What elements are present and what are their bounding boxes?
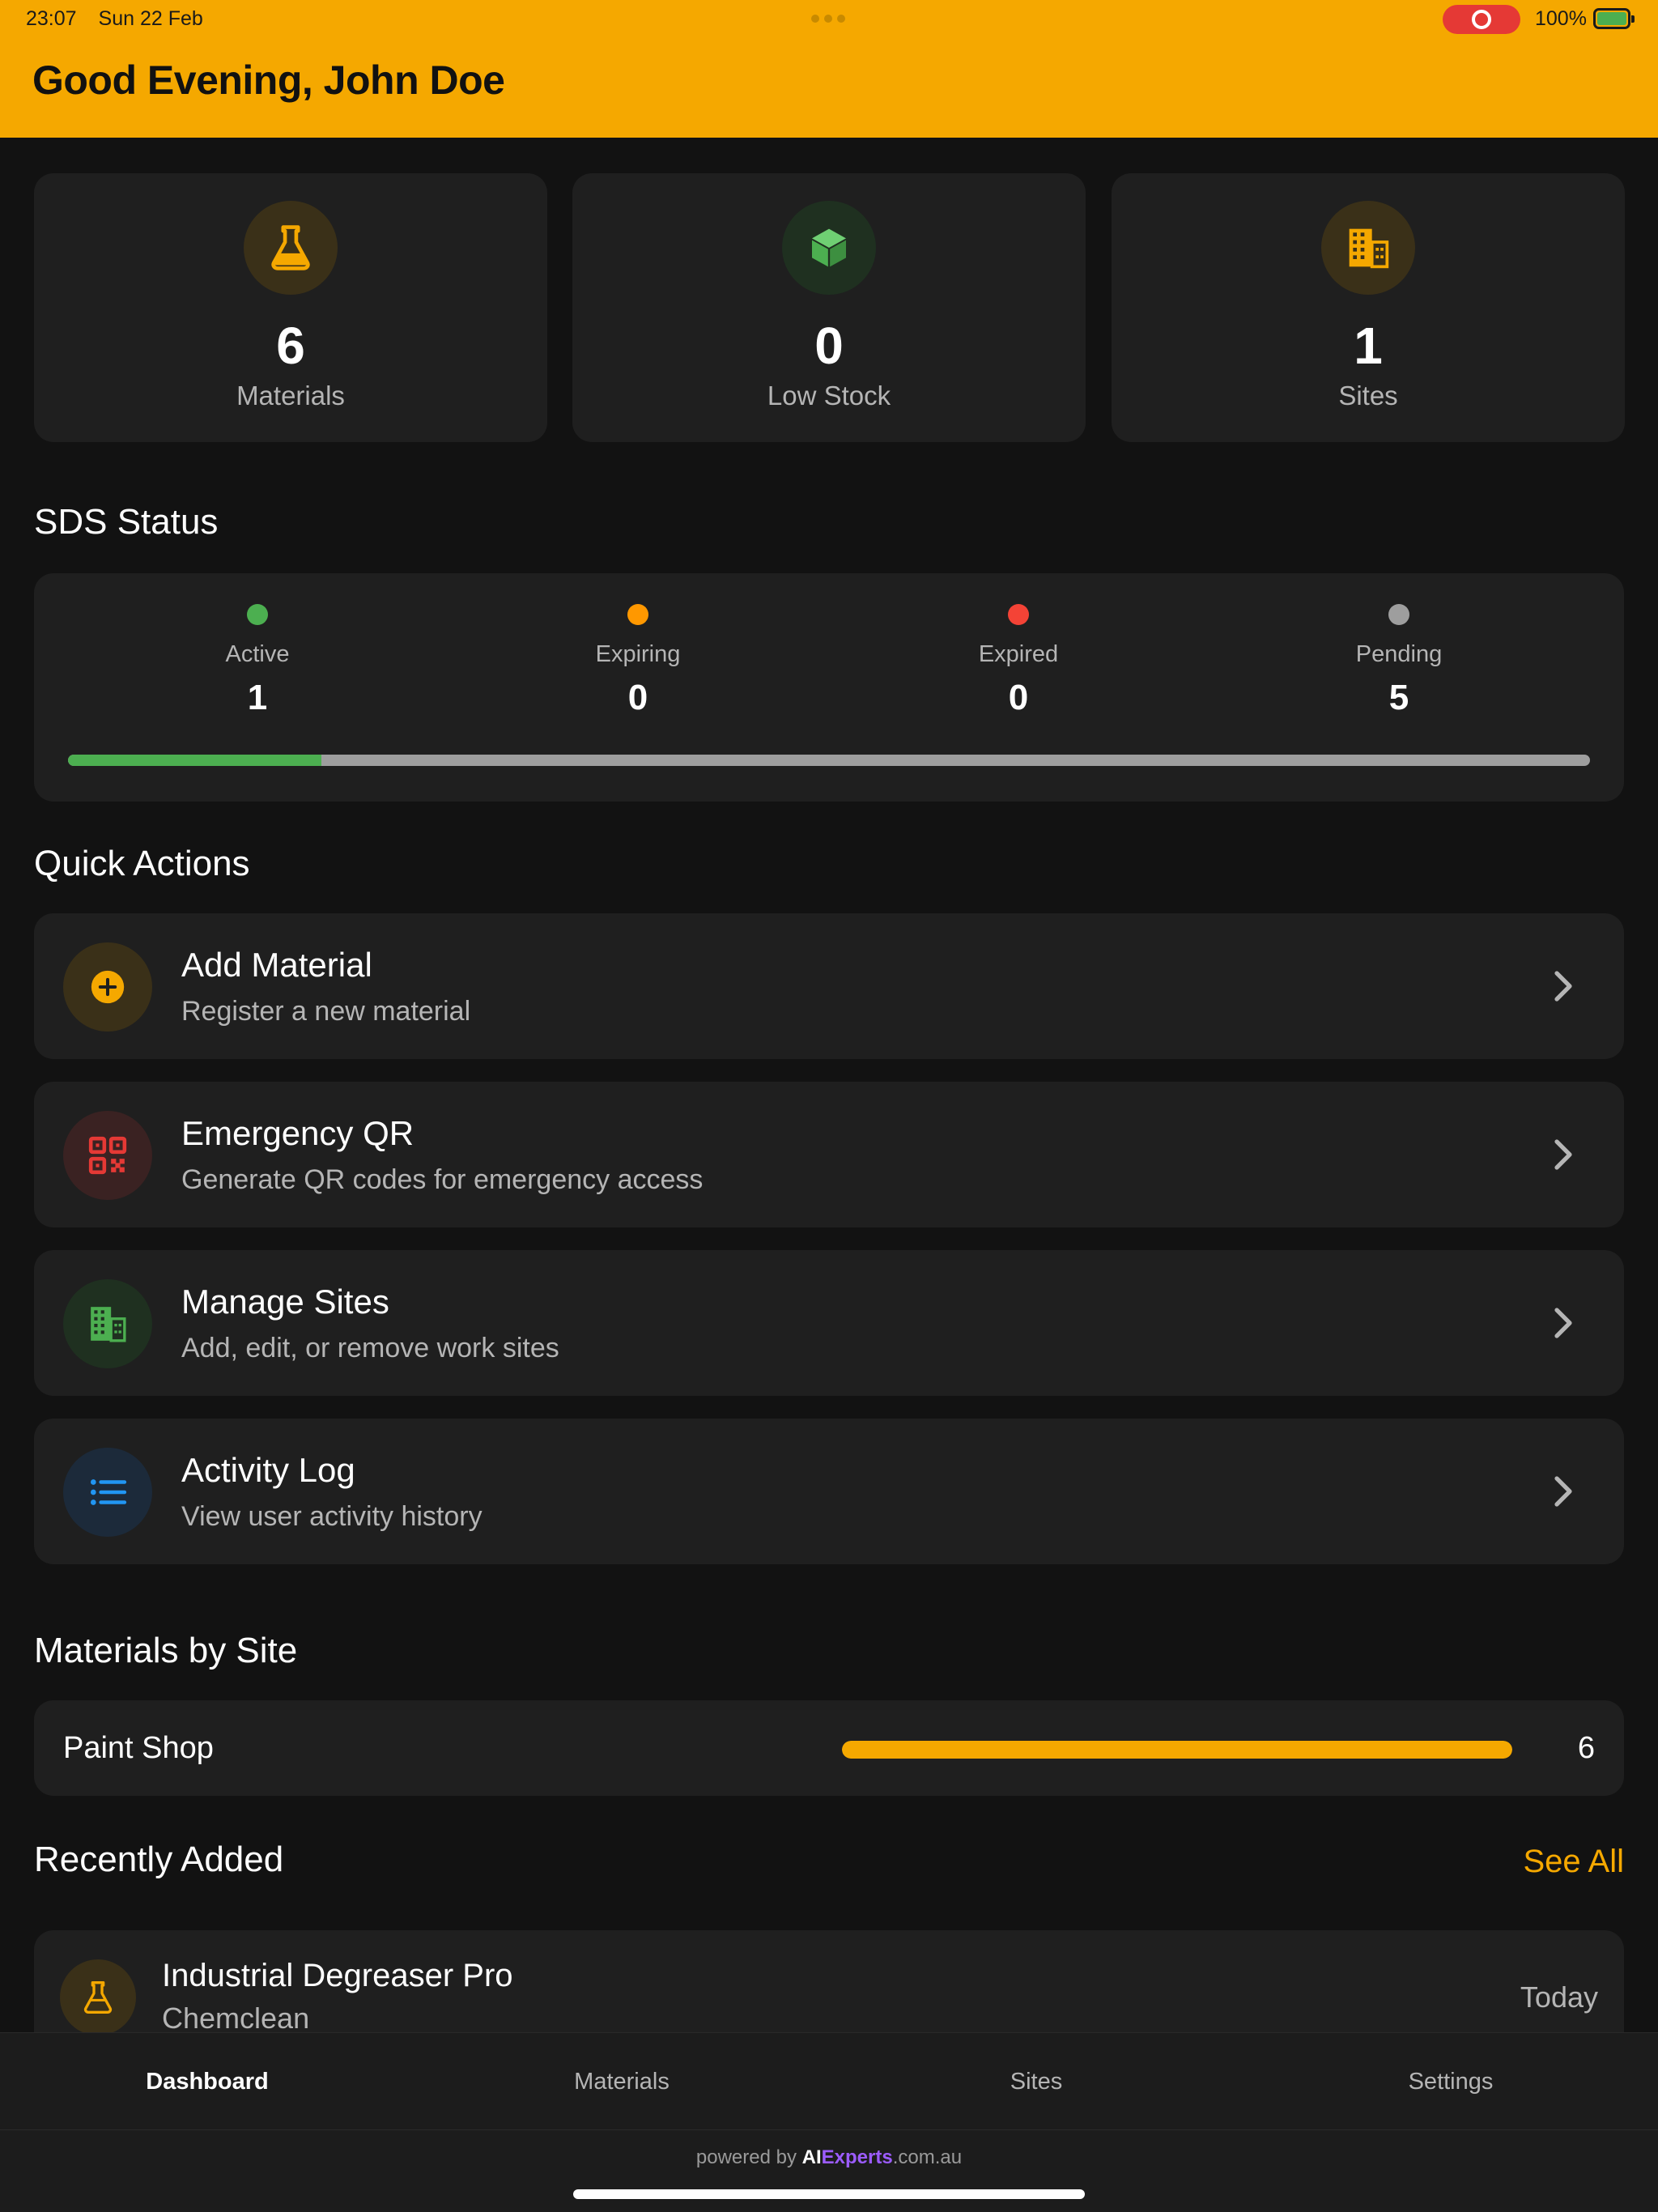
battery-percent: 100% xyxy=(1535,7,1587,30)
app-header: 23:07 Sun 22 Feb 100% Good Evening, John… xyxy=(0,0,1658,138)
flask-icon xyxy=(60,1959,136,2035)
stat-card-low-stock[interactable]: 0 Low Stock xyxy=(572,173,1086,442)
chevron-right-icon xyxy=(1540,962,1588,1010)
manage-sites-subtitle: Add, edit, or remove work sites xyxy=(181,1333,559,1363)
brand-experts: Experts xyxy=(821,2146,893,2168)
activity-log-title: Activity Log xyxy=(181,1451,355,1489)
site-name: Paint Shop xyxy=(63,1731,214,1765)
qr-code-icon xyxy=(63,1111,152,1200)
status-date: Sun 22 Feb xyxy=(98,7,203,30)
site-materials-bar-fill xyxy=(842,1741,1512,1759)
sites-label: Sites xyxy=(1338,381,1398,410)
tab-dashboard[interactable]: Dashboard xyxy=(0,2033,414,2130)
sds-expiring-label: Expiring xyxy=(595,641,681,667)
sds-progress-bar xyxy=(68,755,1590,766)
powered-by-prefix: powered by xyxy=(695,2146,797,2168)
recent-material-date: Today xyxy=(1520,1980,1598,2014)
chevron-right-icon xyxy=(1540,1130,1588,1179)
manage-sites-title: Manage Sites xyxy=(181,1283,389,1321)
battery-icon xyxy=(1593,8,1635,29)
sds-pending-label: Pending xyxy=(1355,641,1443,667)
materials-count: 6 xyxy=(276,317,305,375)
flask-icon xyxy=(244,201,338,295)
list-icon xyxy=(63,1448,152,1537)
emergency-qr-title: Emergency QR xyxy=(181,1114,414,1152)
recent-material-name: Industrial Degreaser Pro xyxy=(162,1958,513,1993)
sds-expiring[interactable]: Expiring 0 xyxy=(517,573,759,718)
low-stock-label: Low Stock xyxy=(767,381,891,410)
building-icon xyxy=(1321,201,1415,295)
expired-status-dot xyxy=(1008,604,1029,625)
low-stock-count: 0 xyxy=(814,317,844,375)
sds-active-count: 1 xyxy=(247,678,268,717)
expiring-status-dot xyxy=(627,604,648,625)
site-row-paint-shop[interactable]: Paint Shop 6 xyxy=(34,1700,1624,1796)
sds-expired[interactable]: Expired 0 xyxy=(897,573,1140,718)
chevron-right-icon xyxy=(1540,1467,1588,1516)
home-indicator[interactable] xyxy=(573,2189,1085,2199)
tab-settings[interactable]: Settings xyxy=(1244,2033,1658,2130)
materials-by-site-title: Materials by Site xyxy=(34,1631,298,1670)
add-material-action[interactable]: Add Material Register a new material xyxy=(34,913,1624,1059)
see-all-link[interactable]: See All xyxy=(1523,1844,1624,1880)
brand-ai: AI xyxy=(801,2146,822,2168)
emergency-qr-subtitle: Generate QR codes for emergency access xyxy=(181,1164,704,1195)
manage-sites-action[interactable]: Manage Sites Add, edit, or remove work s… xyxy=(34,1250,1624,1396)
activity-log-action[interactable]: Activity Log View user activity history xyxy=(34,1419,1624,1564)
sds-expiring-count: 0 xyxy=(627,678,648,717)
site-materials-bar xyxy=(842,1741,1512,1759)
sds-progress-fill-active xyxy=(68,755,322,766)
add-material-title: Add Material xyxy=(181,946,372,984)
status-bar: 23:07 Sun 22 Feb 100% xyxy=(0,0,1658,39)
building-icon xyxy=(63,1279,152,1368)
stat-card-materials[interactable]: 6 Materials xyxy=(34,173,547,442)
powered-by-text[interactable]: powered by AIExperts.com.au xyxy=(0,2146,1658,2169)
sds-pending[interactable]: Pending 5 xyxy=(1278,573,1520,718)
sds-status-card: Active 1 Expiring 0 Expired 0 Pending 5 xyxy=(34,573,1624,802)
sds-active-label: Active xyxy=(225,641,290,667)
site-materials-count: 6 xyxy=(1577,1731,1595,1765)
chevron-right-icon xyxy=(1540,1299,1588,1347)
sites-count: 1 xyxy=(1354,317,1383,375)
brand-domain: .com.au xyxy=(892,2146,963,2168)
stat-card-sites[interactable]: 1 Sites xyxy=(1112,173,1625,442)
screen-recording-icon[interactable] xyxy=(1443,5,1520,34)
quick-actions-title: Quick Actions xyxy=(34,844,250,883)
add-material-subtitle: Register a new material xyxy=(181,996,471,1027)
greeting-title: Good Evening, John Doe xyxy=(32,57,505,103)
materials-label: Materials xyxy=(236,381,345,410)
active-status-dot xyxy=(247,604,268,625)
activity-log-subtitle: View user activity history xyxy=(181,1501,483,1532)
sds-status-title: SDS Status xyxy=(34,502,219,542)
sds-expired-label: Expired xyxy=(978,641,1059,667)
recently-added-title: Recently Added xyxy=(34,1840,284,1879)
sds-pending-count: 5 xyxy=(1388,678,1409,717)
recent-material-supplier: Chemclean xyxy=(162,2001,310,2035)
cube-icon xyxy=(782,201,876,295)
multitasking-dots-icon[interactable] xyxy=(811,15,845,23)
bottom-tab-bar: Dashboard Materials Sites Settings xyxy=(0,2032,1658,2129)
pending-status-dot xyxy=(1388,604,1409,625)
status-time-date: 23:07 Sun 22 Feb xyxy=(26,7,219,31)
tab-sites[interactable]: Sites xyxy=(829,2033,1244,2130)
sds-expired-count: 0 xyxy=(1008,678,1029,717)
add-circle-icon xyxy=(63,942,152,1032)
tab-materials[interactable]: Materials xyxy=(414,2033,829,2130)
footer: powered by AIExperts.com.au xyxy=(0,2129,1658,2212)
emergency-qr-action[interactable]: Emergency QR Generate QR codes for emerg… xyxy=(34,1082,1624,1227)
sds-active[interactable]: Active 1 xyxy=(136,573,379,718)
status-time: 23:07 xyxy=(26,7,77,30)
